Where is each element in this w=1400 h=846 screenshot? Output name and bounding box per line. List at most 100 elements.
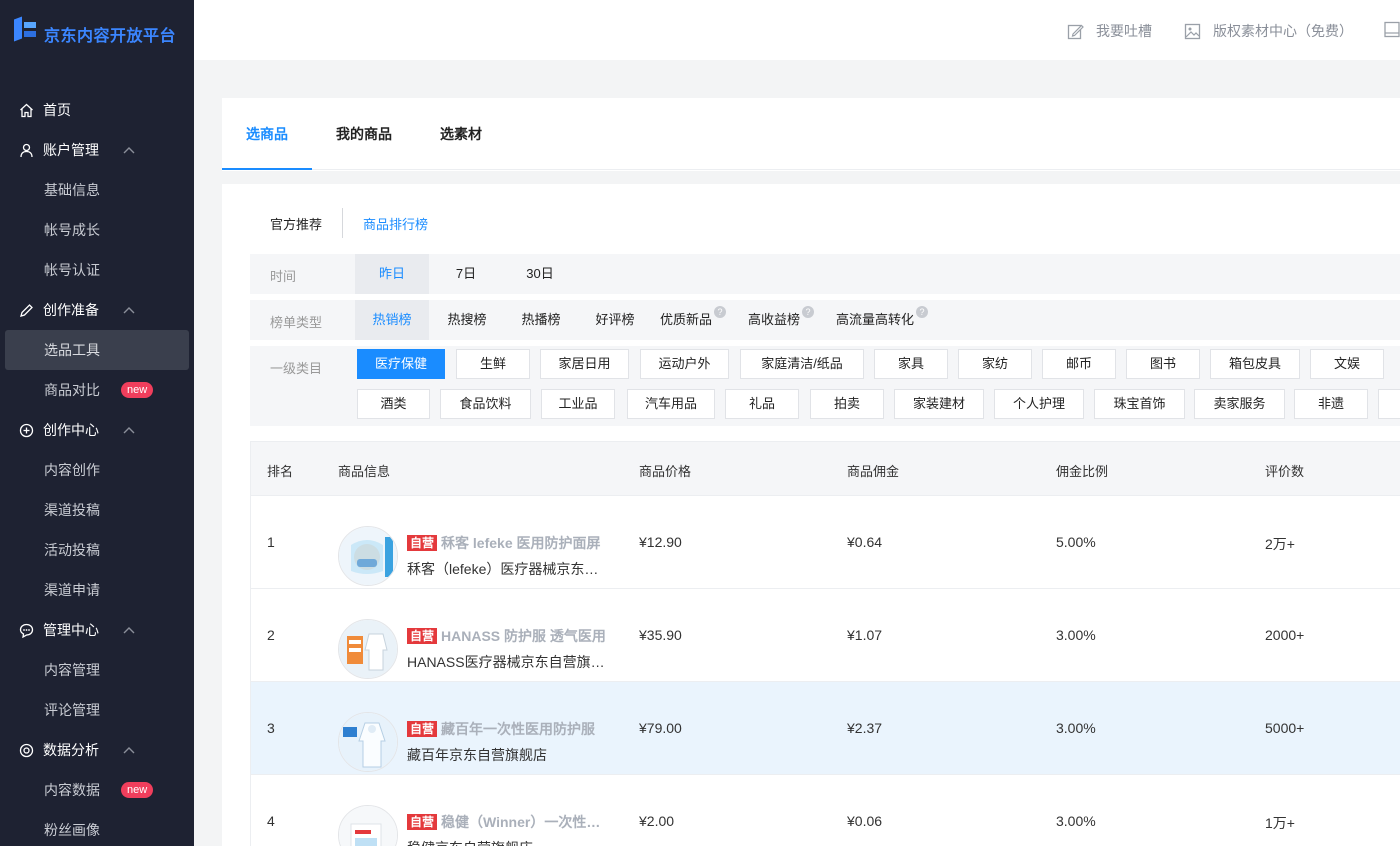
category-filter-label: 一级类目 [270,361,323,376]
time-option-yesterday[interactable]: 昨日 [355,254,429,294]
sidebar-item-label: 首页 [43,102,71,118]
category-option[interactable]: 玩 [1378,389,1400,419]
category-option[interactable]: 家纺 [958,349,1032,379]
time-option-30d[interactable]: 30日 [512,254,568,294]
subtab-product-ranking[interactable]: 商品排行榜 [363,214,428,233]
sidebar-item-label: 内容管理 [44,662,100,678]
table-row[interactable]: 2 自营 HANASS 防护服 透气医用 HANASS医疗器械京东自营旗舰店 ¥35.9… [251,589,1400,682]
sidebar-item-label: 数据分析 [43,742,99,758]
chevron-up-icon[interactable] [121,302,137,318]
help-icon[interactable]: ? [714,306,727,318]
sidebar-section[interactable]: 管理中心 [0,610,194,650]
top-bar: 我要吐槽 版权素材中心（免费） [194,0,1400,60]
category-option[interactable]: 拍卖 [810,389,884,419]
sidebar-section[interactable]: 账户管理 [0,130,194,170]
sidebar-section[interactable]: 数据分析 [0,730,194,770]
subtab-official-recommend[interactable]: 官方推荐 [270,214,322,233]
category-option[interactable]: 邮币 [1042,349,1116,379]
category-option[interactable]: 图书 [1126,349,1200,379]
category-option[interactable]: 家装建材 [894,389,984,419]
chevron-up-icon[interactable] [121,622,137,638]
tab-select-product[interactable]: 选商品 [246,124,288,144]
sidebar-item[interactable]: 基础信息 [0,170,194,210]
commission-ratio-cell: 3.00% [1056,627,1096,643]
rank-option-good-review[interactable]: 好评榜 [586,300,644,340]
table-row[interactable]: 1 自营秝客 lefeke 医用防护面屏秝客（lefeke）医疗器械京东自营旗舰店… [251,496,1400,589]
copyright-center-link[interactable]: 版权素材中心（免费） [1184,21,1353,41]
rank-option-high-income[interactable]: 高收益榜? [748,300,836,340]
rank-option-high-income-label: 高收益榜 [748,312,801,327]
time-option-7d[interactable]: 7日 [440,254,492,294]
sidebar-section[interactable]: 创作准备 [0,290,194,330]
rank-option-quality-new-label: 优质新品 [660,312,713,327]
sidebar-item-label: 评论管理 [44,702,100,718]
product-thumbnail[interactable] [338,712,398,772]
rank-option-hot-play[interactable]: 热播榜 [512,300,570,340]
commission-cell: ¥0.64 [847,534,883,550]
chevron-up-icon[interactable] [121,142,137,158]
category-option[interactable]: 运动户外 [640,349,729,379]
sidebar-item[interactable]: 内容创作 [0,450,194,490]
product-title[interactable]: 自营 HANASS 防护服 透气医用 [407,626,607,646]
category-option[interactable]: 珠宝首饰 [1094,389,1185,419]
table-row[interactable]: 4 自营稳健（Winner）一次性医用稳健京东自营旗舰店 ¥2.00 ¥0.06 3.0… [251,775,1400,846]
chevron-up-icon[interactable] [121,742,137,758]
rank-cell: 1 [267,534,275,550]
rank-option-hot-sales[interactable]: 热销榜 [355,300,429,340]
tab-active-indicator [222,168,312,170]
rank-option-hot-search[interactable]: 热搜榜 [438,300,496,340]
category-option[interactable]: 生鲜 [456,349,530,379]
category-option[interactable]: 个人护理 [994,389,1084,419]
chevron-up-icon[interactable] [121,422,137,438]
sidebar-item[interactable]: 粉丝画像 [0,810,194,846]
sidebar-item[interactable]: 商品对比 new [0,370,194,410]
category-option[interactable]: 食品饮料 [440,389,531,419]
sidebar-item[interactable]: 选品工具 [5,330,189,370]
category-option[interactable]: 文娱 [1310,349,1384,379]
category-option[interactable]: 家居日用 [540,349,629,379]
category-option[interactable]: 箱包皮具 [1210,349,1300,379]
product-thumbnail[interactable] [338,805,398,846]
category-option[interactable]: 礼品 [725,389,799,419]
table-row[interactable]: 3 自营 藏百年一次性医用防护服 藏百年京东自营旗舰店 ¥79.00 ¥2.37 3.00%… [251,682,1400,775]
category-option[interactable]: 卖家服务 [1194,389,1285,419]
commission-ratio-cell: 3.00% [1056,813,1096,829]
help-icon[interactable]: ? [802,306,815,318]
sidebar-item[interactable]: 帐号成长 [0,210,194,250]
rank-option-quality-new[interactable]: 优质新品? [660,300,748,340]
sidebar-item[interactable]: 内容管理 [0,650,194,690]
sidebar-item[interactable]: 渠道投稿 [0,490,194,530]
category-option[interactable]: 家具 [874,349,948,379]
category-option[interactable]: 非遗 [1294,389,1368,419]
product-title[interactable]: 自营 秝客 lefeke 医用防护面屏 [407,533,607,553]
sidebar-item[interactable]: 帐号认证 [0,250,194,290]
product-thumbnail[interactable] [338,619,398,679]
help-icon[interactable]: ? [916,306,929,318]
product-title[interactable]: 自营 稳健（Winner）一次性医用 [407,812,607,832]
new-badge: new [121,382,154,398]
sidebar-item[interactable]: 活动投稿 [0,530,194,570]
category-option[interactable]: 汽车用品 [627,389,715,419]
sidebar-section[interactable]: 首页 [0,90,194,130]
commission-ratio-cell: 3.00% [1056,720,1096,736]
sidebar-item[interactable]: 渠道申请 [0,570,194,610]
sidebar-item[interactable]: 评论管理 [0,690,194,730]
sidebar-item-label: 选品工具 [44,342,100,358]
doc-link[interactable] [1384,21,1400,38]
category-option[interactable]: 工业品 [541,389,615,419]
sidebar-section[interactable]: 创作中心 [0,410,194,450]
feedback-link[interactable]: 我要吐槽 [1067,21,1152,41]
sidebar-item[interactable]: 内容数据 new [0,770,194,810]
col-commission-ratio: 佣金比例 [1056,464,1109,479]
price-cell: ¥12.90 [639,534,682,550]
product-title[interactable]: 自营 藏百年一次性医用防护服 [407,719,607,739]
sidebar-item-label: 粉丝画像 [44,822,100,838]
category-option[interactable]: 家庭清洁/纸品 [740,349,864,379]
tab-select-material[interactable]: 选素材 [440,124,482,144]
category-option[interactable]: 医疗保健 [357,349,445,379]
rank-option-high-traffic[interactable]: 高流量高转化? [836,300,956,340]
product-thumbnail[interactable] [338,526,398,586]
tab-my-products[interactable]: 我的商品 [336,124,392,144]
category-option[interactable]: 酒类 [357,389,430,419]
logo[interactable]: 京东内容开放平台 [0,0,194,60]
